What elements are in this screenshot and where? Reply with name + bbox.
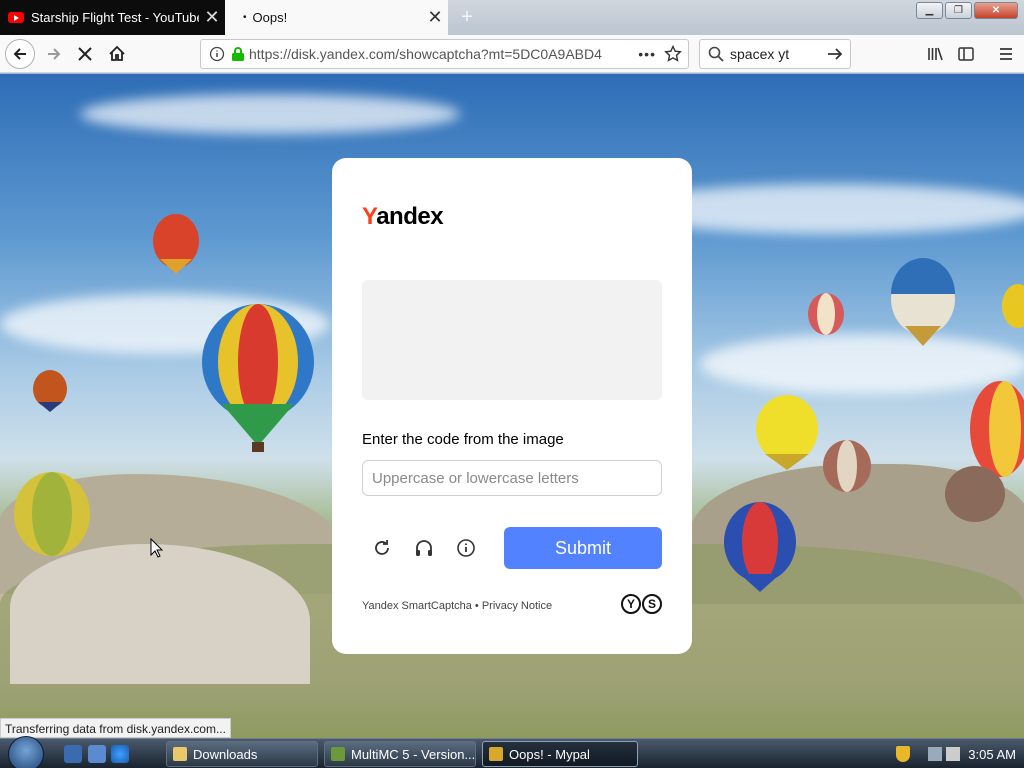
info-icon <box>457 539 475 557</box>
balloon-icon <box>970 381 1024 477</box>
restore-button[interactable]: ❐ <box>945 2 972 19</box>
address-bar[interactable]: https://disk.yandex.com/showcaptcha?mt=5… <box>200 39 689 69</box>
search-go-arrow-icon[interactable] <box>826 45 844 63</box>
sidebar-button[interactable] <box>951 39 981 69</box>
back-button[interactable] <box>5 39 35 69</box>
system-tray: 3:05 AM <box>890 739 1024 768</box>
bookmark-star-icon[interactable] <box>664 45 682 63</box>
network-icon[interactable] <box>928 747 942 761</box>
balloon-icon <box>756 395 818 470</box>
captcha-image <box>362 280 662 400</box>
search-bar[interactable]: spacex yt <box>699 39 851 69</box>
minimize-button[interactable]: ▁ <box>916 2 943 19</box>
tab-strip: Starship Flight Test - YouTube ✕ • Oops!… <box>0 0 1024 35</box>
taskbar-item-mypal[interactable]: Oops! - Mypal <box>482 741 638 767</box>
multimc-icon <box>331 747 345 761</box>
mypal-browser-icon <box>489 747 503 761</box>
loading-dot-icon: • <box>243 12 247 23</box>
mouse-cursor-icon <box>150 538 164 558</box>
stop-loading-button[interactable] <box>70 39 100 69</box>
page-viewport: Yandex Enter the code from the image Sub… <box>0 74 1024 738</box>
clock[interactable]: 3:05 AM <box>968 747 1016 762</box>
show-desktop-icon[interactable] <box>64 745 82 763</box>
security-shield-icon[interactable] <box>896 746 910 762</box>
balloon-icon <box>202 304 314 452</box>
library-button[interactable] <box>920 39 950 69</box>
balloon-icon <box>724 502 796 592</box>
arrow-right-icon <box>48 48 61 60</box>
internet-explorer-icon[interactable] <box>111 745 129 763</box>
taskbar-item-downloads[interactable]: Downloads <box>166 741 318 767</box>
search-input[interactable]: spacex yt <box>724 46 826 62</box>
hamburger-menu-icon <box>1000 48 1012 60</box>
balloon-icon <box>823 440 871 492</box>
new-tab-button[interactable]: + <box>455 4 479 30</box>
menu-button[interactable] <box>991 39 1021 69</box>
balloon-icon <box>945 466 1005 522</box>
start-button[interactable] <box>8 736 44 768</box>
captcha-prompt-label: Enter the code from the image <box>362 431 564 448</box>
yandex-logo: Yandex <box>362 203 444 230</box>
balloon-icon <box>14 472 90 556</box>
tab-label: Starship Flight Test - YouTube <box>31 10 199 25</box>
captcha-footer-links[interactable]: Yandex SmartCaptcha • Privacy Notice <box>362 600 552 612</box>
sidebar-icon <box>958 47 974 61</box>
arrow-left-icon <box>13 48 26 60</box>
smartcaptcha-logo-icon: Y S <box>621 594 662 614</box>
headphones-icon <box>416 540 432 556</box>
window-controls: ▁ ❐ ✕ <box>916 2 1018 19</box>
volume-muted-icon[interactable] <box>946 747 960 761</box>
captcha-code-input[interactable] <box>362 460 662 496</box>
url-text[interactable]: https://disk.yandex.com/showcaptcha?mt=5… <box>245 46 630 62</box>
stop-x-icon <box>78 47 92 61</box>
info-icon[interactable] <box>209 46 225 62</box>
status-tooltip: Transferring data from disk.yandex.com..… <box>0 718 231 738</box>
switch-windows-icon[interactable] <box>88 745 106 763</box>
home-button[interactable] <box>102 39 132 69</box>
taskbar-item-multimc[interactable]: MultiMC 5 - Version... <box>324 741 476 767</box>
tab-label: Oops! <box>252 10 288 25</box>
audio-captcha-button[interactable] <box>412 536 436 560</box>
page-actions-icon[interactable]: ••• <box>638 46 656 62</box>
tab-starship-youtube[interactable]: Starship Flight Test - YouTube ✕ <box>0 0 225 35</box>
search-icon <box>708 46 724 62</box>
balloon-icon <box>808 293 844 335</box>
library-icon <box>928 47 943 61</box>
youtube-icon <box>8 12 24 23</box>
navigation-toolbar: https://disk.yandex.com/showcaptcha?mt=5… <box>0 35 1024 73</box>
submit-button[interactable]: Submit <box>504 527 662 569</box>
folder-icon <box>173 747 187 761</box>
balloon-icon <box>33 370 67 412</box>
lock-icon <box>232 47 244 61</box>
forward-button[interactable] <box>39 39 69 69</box>
captcha-info-button[interactable] <box>454 536 478 560</box>
home-icon <box>109 45 125 61</box>
captcha-card: Yandex Enter the code from the image Sub… <box>332 158 692 654</box>
refresh-captcha-button[interactable] <box>370 536 394 560</box>
windows-taskbar: Downloads MultiMC 5 - Version... Oops! -… <box>0 736 1024 768</box>
balloon-icon <box>1002 284 1024 328</box>
balloon-icon <box>891 258 955 346</box>
balloon-icon <box>153 214 199 274</box>
tab-oops[interactable]: • Oops! ✕ <box>225 0 448 35</box>
close-tab-icon[interactable]: ✕ <box>199 0 225 35</box>
close-tab-icon[interactable]: ✕ <box>422 0 448 35</box>
close-window-button[interactable]: ✕ <box>974 2 1018 19</box>
refresh-icon <box>375 540 389 555</box>
